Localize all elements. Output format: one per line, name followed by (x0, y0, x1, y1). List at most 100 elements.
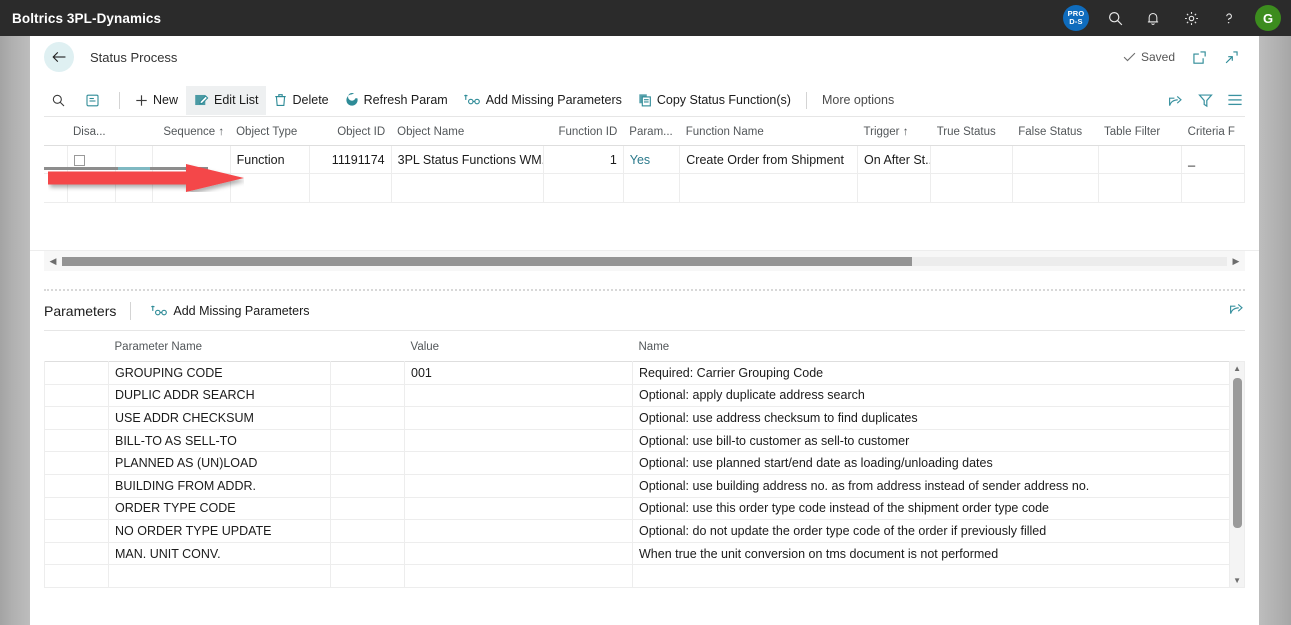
param-cell-blank2[interactable] (330, 361, 405, 385)
copy-status-functions-button[interactable]: Copy Status Function(s) (630, 86, 799, 115)
column-header-object-name[interactable]: Object Name (391, 117, 544, 146)
param-column-header-value[interactable]: Value (405, 339, 633, 362)
param-cell-value[interactable] (404, 496, 633, 521)
param-cell-blank2[interactable] (330, 428, 405, 453)
edit-list-button[interactable]: Edit List (186, 85, 267, 115)
cell-trigger[interactable]: On After St... (857, 145, 932, 174)
column-header-table-filter[interactable]: Table Filter (1098, 117, 1182, 146)
column-header-true-status[interactable]: True Status (930, 117, 1013, 146)
parameter-row[interactable]: DUPLIC ADDR SEARCH Optional: apply duplic… (44, 383, 1231, 408)
param-cell-name[interactable]: ORDER TYPE CODE (108, 496, 331, 521)
param-cell-value[interactable] (404, 428, 633, 453)
settings-gear-icon[interactable] (1179, 6, 1203, 30)
hscroll-thumb[interactable] (62, 256, 913, 266)
column-header-false-status[interactable]: False Status (1012, 117, 1099, 146)
param-cell-blank[interactable] (44, 519, 109, 543)
cell-object-type[interactable]: Function (230, 145, 311, 174)
filter-icon[interactable] (1198, 93, 1213, 108)
param-cell-blank[interactable] (44, 383, 109, 408)
parameter-row[interactable]: PLANNED AS (UN)LOAD Optional: use planned… (44, 451, 1231, 475)
cell-function-name[interactable]: Create Order from Shipment (679, 145, 859, 174)
cell-empty[interactable] (391, 173, 545, 203)
param-cell-name[interactable]: USE ADDR CHECKSUM (108, 406, 331, 430)
column-header-object-type[interactable]: Object Type (230, 117, 310, 146)
param-cell-value[interactable] (404, 564, 633, 588)
param-cell-description[interactable]: Optional: use planned start/end date as … (632, 451, 1231, 475)
column-header-param[interactable]: Param... (623, 117, 680, 146)
param-cell-blank[interactable] (44, 361, 109, 385)
cell-empty[interactable] (857, 173, 932, 203)
param-cell-description[interactable]: When true the unit conversion on tms doc… (632, 541, 1231, 566)
back-button[interactable] (44, 42, 74, 72)
cell-empty[interactable] (623, 173, 681, 203)
cell-empty[interactable] (230, 173, 311, 203)
param-cell-value[interactable] (404, 451, 633, 475)
hscroll-track[interactable] (62, 256, 1227, 266)
param-cell-description[interactable]: Optional: do not update the order type c… (632, 519, 1231, 543)
cell-object-id[interactable]: 11191174 (309, 145, 392, 174)
table-row[interactable]: Function 11191174 3PL Status Functions WM.… (44, 145, 1245, 174)
help-question-icon[interactable] (1217, 6, 1241, 30)
column-header-function-name[interactable]: Function Name (679, 117, 858, 146)
param-cell-blank[interactable] (44, 451, 109, 475)
cell-empty[interactable] (679, 173, 859, 203)
grid-horizontal-scrollbar[interactable]: ◀ ▶ (44, 251, 1245, 271)
cell-empty[interactable] (67, 173, 116, 203)
column-header-function-id[interactable]: Function ID (543, 117, 624, 146)
vscroll-thumb[interactable] (1233, 378, 1243, 528)
delete-button[interactable]: Delete (266, 86, 336, 115)
param-column-header-blank-0[interactable] (45, 339, 109, 362)
param-cell-value[interactable] (404, 473, 633, 498)
parameter-row[interactable]: MAN. UNIT CONV. When true the unit conver… (44, 541, 1231, 566)
column-header-criteria-f[interactable]: Criteria F (1181, 117, 1245, 146)
scroll-down-arrow-icon[interactable]: ▼ (1230, 574, 1244, 587)
cell-criteria[interactable]: _ (1181, 145, 1245, 174)
param-cell-name[interactable]: DUPLIC ADDR SEARCH (108, 383, 331, 408)
param-cell-blank2[interactable] (330, 451, 405, 475)
column-header-object-id[interactable]: Object ID (309, 117, 392, 146)
param-cell-value[interactable]: 001 (404, 361, 633, 385)
param-cell-description[interactable]: Optional: use bill-to customer as sell-t… (632, 428, 1231, 453)
cell-empty[interactable] (152, 173, 231, 203)
column-header-blank-0[interactable] (44, 117, 67, 146)
cell-object-name[interactable]: 3PL Status Functions WM... (391, 145, 545, 174)
notification-bell-icon[interactable] (1141, 6, 1165, 30)
param-cell-blank2[interactable] (330, 383, 405, 408)
param-cell-blank2[interactable] (330, 541, 405, 566)
parameter-row[interactable]: GROUPING CODE 001 Required: Carrier Groupi… (44, 361, 1231, 385)
cell-empty[interactable] (1012, 173, 1099, 203)
param-cell-name[interactable]: NO ORDER TYPE UPDATE (108, 519, 331, 543)
scroll-right-arrow-icon[interactable]: ▶ (1227, 256, 1245, 267)
parameter-row[interactable]: USE ADDR CHECKSUM Optional: use address c… (44, 406, 1231, 430)
param-column-header-blank-2[interactable] (331, 339, 405, 362)
refresh-param-button[interactable]: Refresh Param (337, 86, 456, 115)
cell-empty[interactable] (1181, 173, 1245, 203)
param-column-header-name[interactable]: Name (633, 339, 1230, 362)
parameter-row[interactable]: ORDER TYPE CODE Optional: use this order … (44, 496, 1231, 521)
column-header-blank-2[interactable] (115, 117, 153, 146)
environment-badge[interactable]: PRO D-S (1063, 5, 1089, 31)
collapse-icon[interactable] (1224, 50, 1239, 65)
more-options-button[interactable]: More options (814, 86, 902, 115)
cell-empty[interactable] (115, 173, 154, 203)
param-cell-description[interactable]: Optional: apply duplicate address search (632, 383, 1231, 408)
param-cell-description[interactable]: Optional: use this order type code inste… (632, 496, 1231, 521)
param-cell-description[interactable]: Required: Carrier Grouping Code (632, 361, 1231, 385)
param-cell-value[interactable] (404, 541, 633, 566)
parameter-row[interactable]: BUILDING FROM ADDR. Optional: use buildin… (44, 473, 1231, 498)
cell-empty[interactable] (309, 173, 392, 203)
param-cell-name[interactable]: BUILDING FROM ADDR. (108, 473, 331, 498)
cell-function-id[interactable]: 1 (543, 145, 624, 174)
cell-true-status[interactable] (930, 145, 1013, 174)
scroll-left-arrow-icon[interactable]: ◀ (44, 256, 62, 267)
param-cell-blank[interactable] (44, 473, 109, 498)
cell-false-status[interactable] (1012, 145, 1099, 174)
parameters-add-missing-button[interactable]: Add Missing Parameters (143, 296, 317, 325)
param-cell-blank[interactable] (44, 406, 109, 430)
param-cell-value[interactable] (404, 519, 633, 543)
param-cell-blank2[interactable] (330, 564, 405, 588)
param-cell-name[interactable]: PLANNED AS (UN)LOAD (108, 451, 331, 475)
open-in-new-window-icon[interactable] (1192, 50, 1207, 65)
cell-empty[interactable] (44, 173, 68, 203)
cell-empty[interactable] (1098, 173, 1183, 203)
